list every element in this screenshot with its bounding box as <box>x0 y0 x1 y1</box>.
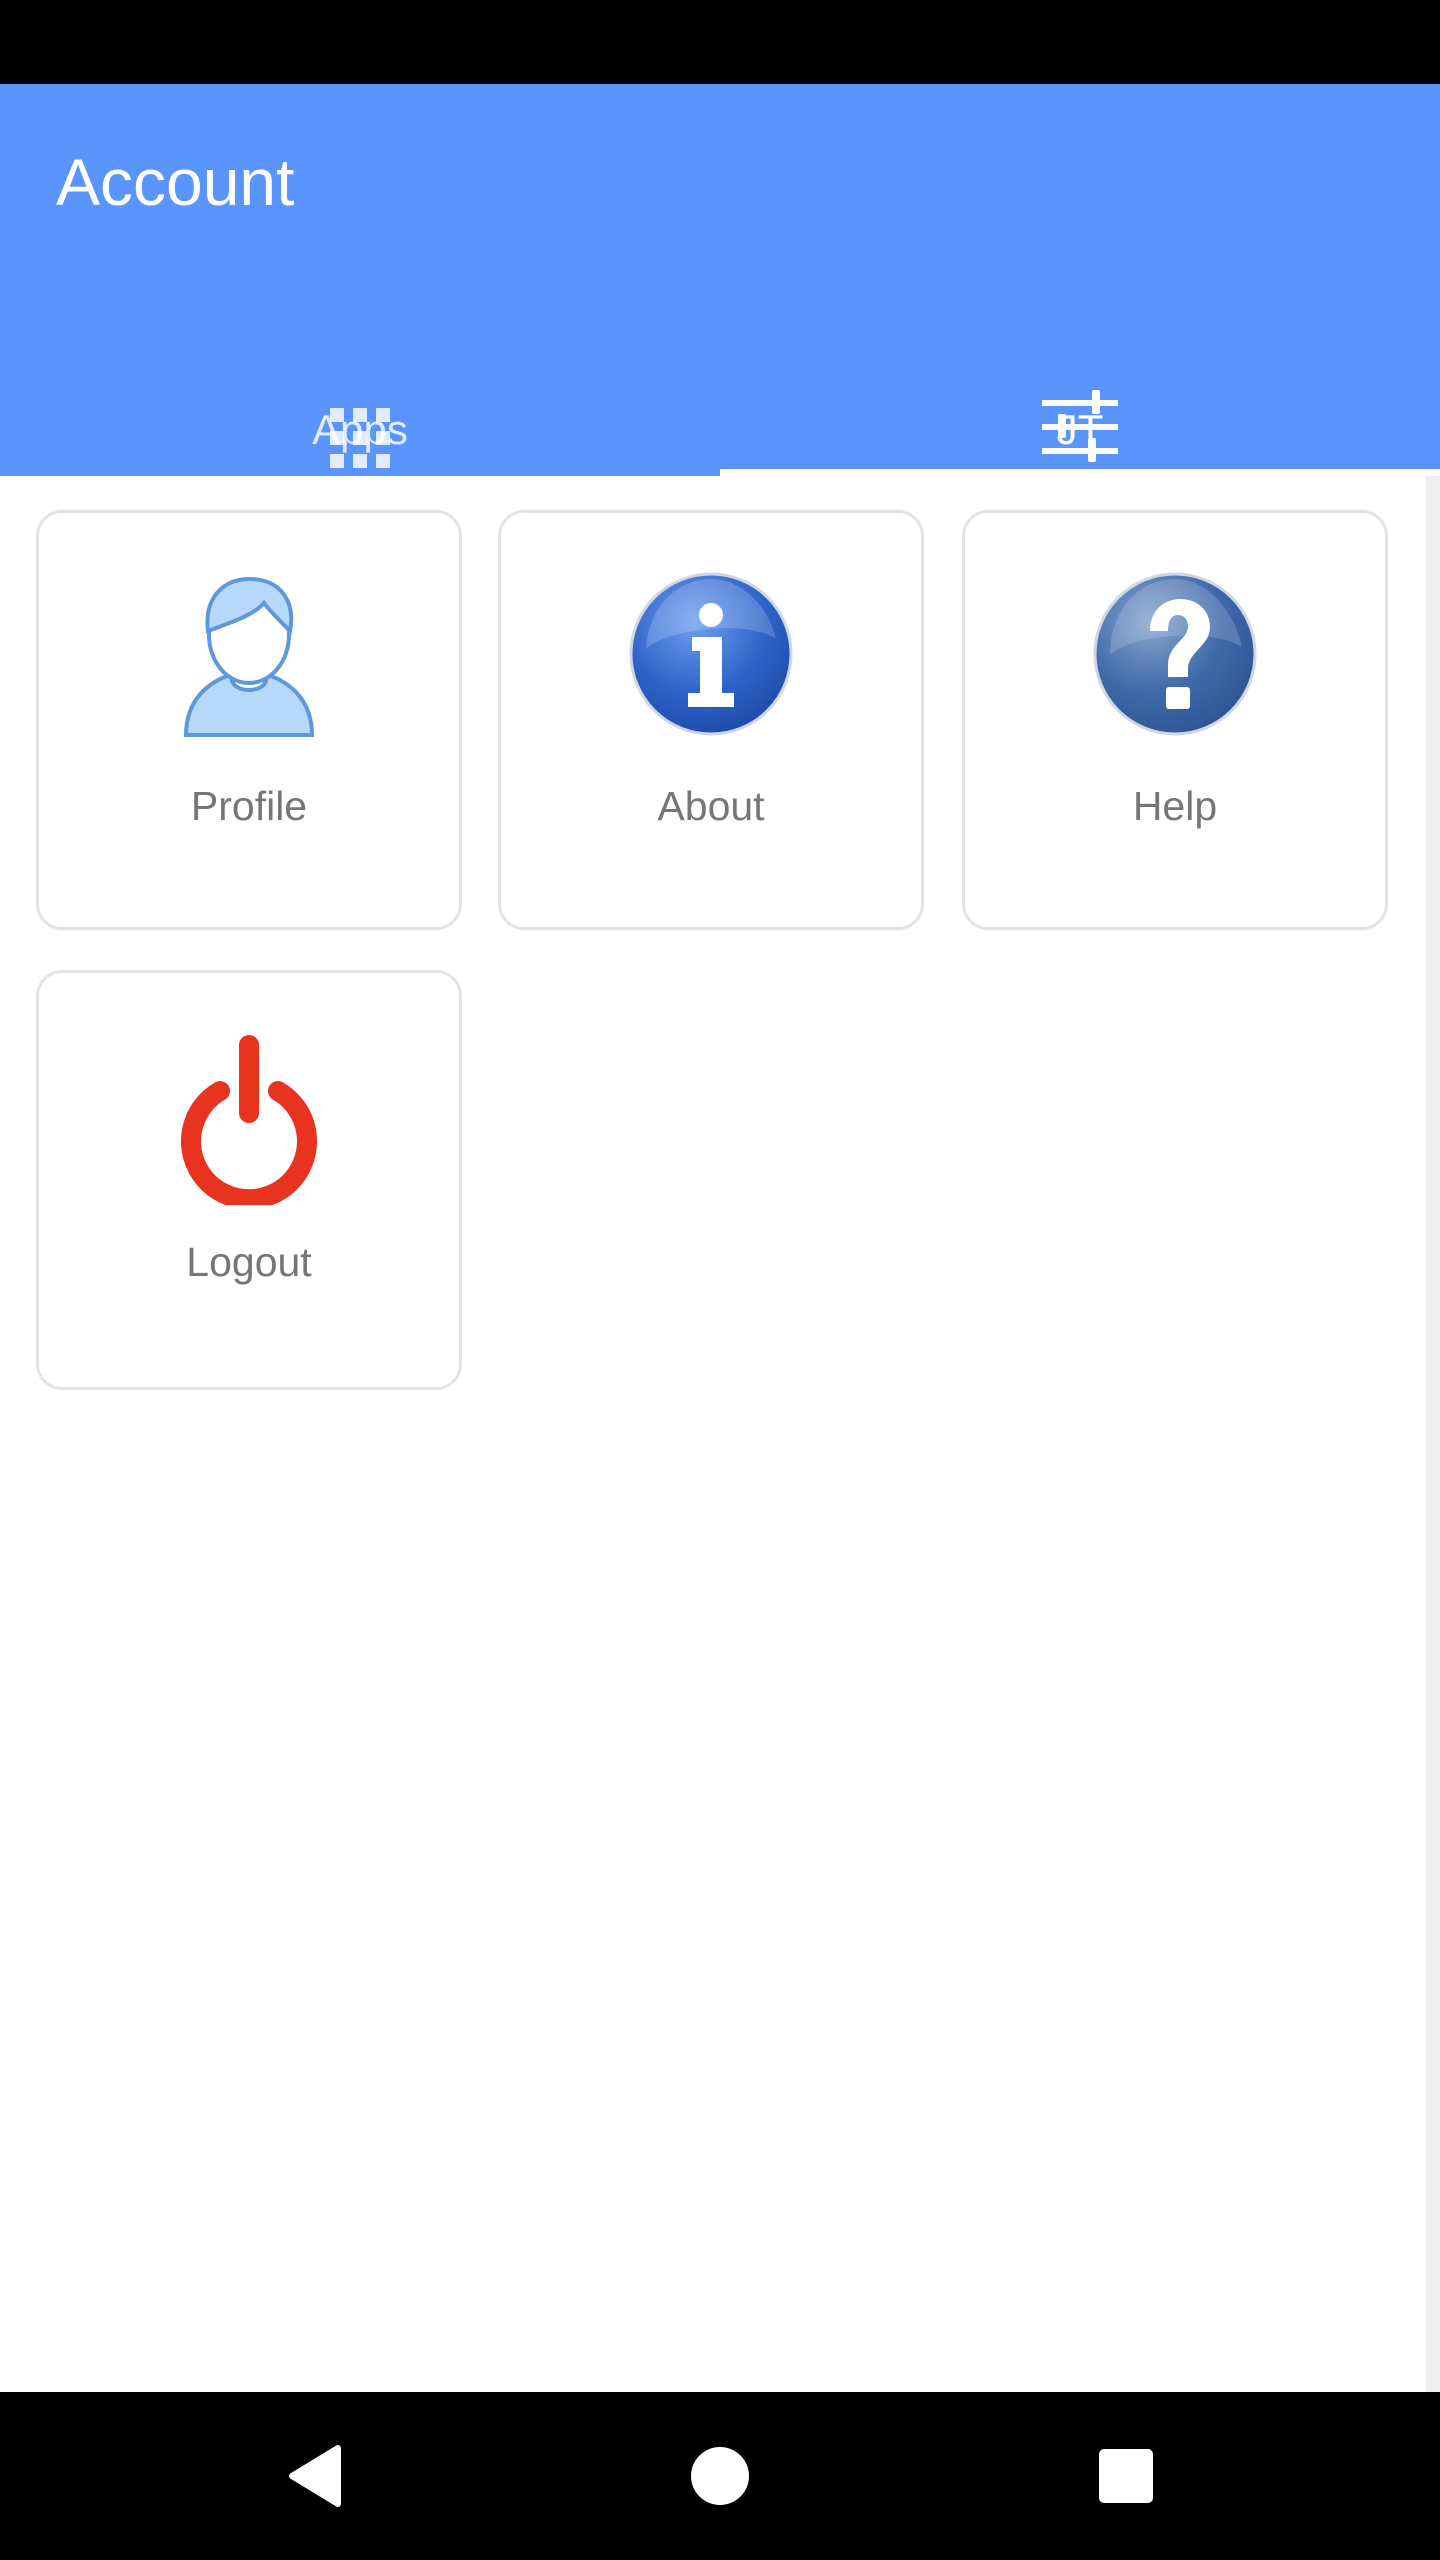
tab-apps-label: Apps <box>312 406 408 453</box>
about-card[interactable]: About <box>498 510 924 930</box>
back-button[interactable] <box>236 2392 396 2560</box>
profile-card[interactable]: Profile <box>36 510 462 930</box>
about-label: About <box>657 783 765 829</box>
tab-bar: Apps JT <box>0 280 1440 476</box>
tab-jt[interactable]: JT <box>720 280 1440 476</box>
content-area: Profile About Help Logout <box>0 476 1440 2392</box>
home-icon <box>691 2447 749 2505</box>
tab-apps[interactable]: Apps <box>0 280 720 476</box>
status-bar <box>0 0 1440 84</box>
tab-jt-label: JT <box>1056 406 1104 453</box>
back-icon <box>289 2445 341 2507</box>
help-card[interactable]: Help <box>962 510 1388 930</box>
help-icon <box>1093 572 1257 736</box>
home-button[interactable] <box>640 2392 800 2560</box>
recents-icon <box>1099 2449 1153 2503</box>
help-label: Help <box>1132 783 1218 829</box>
profile-label: Profile <box>190 783 308 829</box>
scroll-track <box>1426 476 1440 2392</box>
system-nav-bar <box>0 2392 1440 2560</box>
tab-selected-indicator <box>720 469 1440 476</box>
logout-label: Logout <box>186 1239 312 1285</box>
logout-card[interactable]: Logout <box>36 970 462 1390</box>
recents-button[interactable] <box>1046 2392 1206 2560</box>
person-icon <box>183 576 315 737</box>
app-bar: Account Apps JT <box>0 84 1440 476</box>
page-title: Account <box>56 145 295 219</box>
info-icon <box>629 572 793 736</box>
power-icon <box>181 1035 317 1205</box>
